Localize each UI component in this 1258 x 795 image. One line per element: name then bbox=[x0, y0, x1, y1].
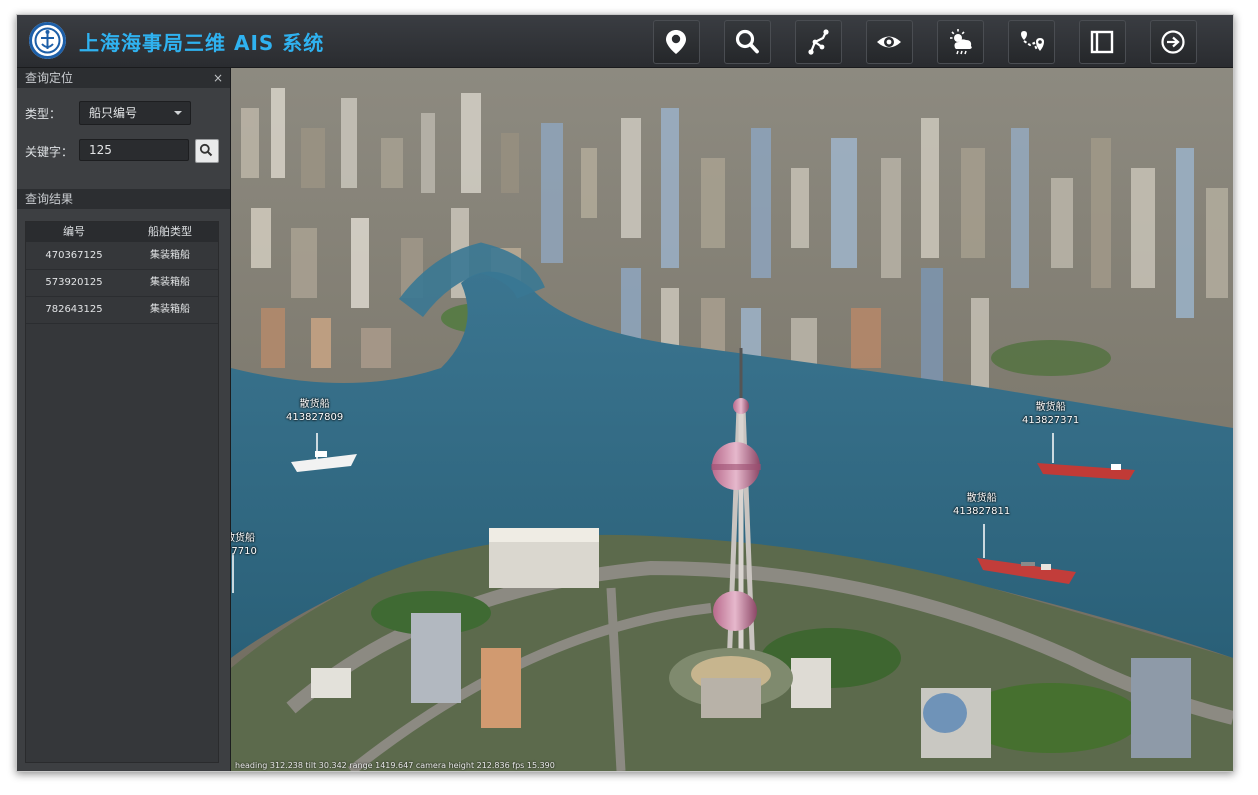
track-icon bbox=[1021, 31, 1044, 51]
weather-button[interactable] bbox=[937, 20, 984, 64]
ship-type-text: 散货船 bbox=[231, 533, 255, 544]
top-bar: 上海海事局三维 AIS 系统 bbox=[17, 15, 1233, 68]
ship-id-text: 27710 bbox=[231, 546, 257, 557]
ship-type-text: 散货船 bbox=[299, 399, 330, 410]
results-header: 查询结果 bbox=[17, 189, 230, 209]
ship-type-text: 散货船 bbox=[966, 493, 997, 504]
chevron-down-icon bbox=[174, 111, 182, 115]
map-3d-view[interactable]: 散货船 413827809 散货船 413827371 散货船 41382781… bbox=[231, 68, 1233, 771]
city-scene bbox=[231, 68, 1233, 771]
keyword-input[interactable] bbox=[79, 139, 189, 161]
window-icon bbox=[1090, 30, 1114, 54]
ship-id-text: 413827371 bbox=[1022, 415, 1080, 426]
msa-logo bbox=[29, 22, 66, 59]
results-table-header: 编号 船舶类型 bbox=[26, 222, 218, 242]
track-button[interactable] bbox=[1008, 20, 1055, 64]
close-panel-button[interactable]: × bbox=[213, 68, 223, 88]
keyword-search-button[interactable] bbox=[195, 139, 219, 163]
exit-icon bbox=[1161, 30, 1185, 54]
results-table: 编号 船舶类型 470367125 集装箱船 573920125 集装箱船 78… bbox=[25, 221, 219, 763]
query-panel-header: 查询定位 × bbox=[17, 68, 230, 88]
keyword-label: 关键字： bbox=[25, 145, 74, 159]
query-panel-title: 查询定位 bbox=[25, 71, 74, 85]
type-label: 类型： bbox=[25, 107, 62, 121]
layout-button[interactable] bbox=[1079, 20, 1126, 64]
ship-label[interactable]: 散货船 413827371 bbox=[1022, 401, 1079, 427]
app-window: 上海海事局三维 AIS 系统 查询定位 × 类型： 船只编号 关键字： 125 … bbox=[16, 14, 1234, 772]
location-pin-icon bbox=[666, 30, 686, 54]
app-title: 上海海事局三维 AIS 系统 bbox=[79, 31, 325, 55]
route-icon bbox=[808, 29, 829, 55]
type-select-value: 船只编号 bbox=[89, 106, 138, 120]
table-row[interactable]: 470367125 集装箱船 bbox=[26, 243, 218, 270]
results-title: 查询结果 bbox=[25, 192, 74, 206]
camera-status-bar: heading 312.238 tilt 30.342 range 1419.6… bbox=[235, 761, 555, 770]
exit-button[interactable] bbox=[1150, 20, 1197, 64]
route-button[interactable] bbox=[795, 20, 842, 64]
view-button[interactable] bbox=[866, 20, 913, 64]
search-icon bbox=[199, 143, 213, 157]
ship-label[interactable]: 散货船 413827809 bbox=[286, 398, 343, 424]
ship-type-cell: 集装箱船 bbox=[150, 304, 190, 315]
column-header-id: 编号 bbox=[63, 225, 85, 238]
table-row[interactable]: 782643125 集装箱船 bbox=[26, 297, 218, 324]
ship-id-cell: 573920125 bbox=[45, 277, 103, 288]
query-panel: 查询定位 × 类型： 船只编号 关键字： 查询结果 编号 船舶类型 470367… bbox=[17, 68, 231, 771]
table-row[interactable]: 573920125 集装箱船 bbox=[26, 270, 218, 297]
ship-label[interactable]: 散货船 413827811 bbox=[953, 492, 1010, 518]
ship-id-cell: 470367125 bbox=[45, 250, 103, 261]
ship-id-text: 413827811 bbox=[953, 506, 1011, 517]
search-button[interactable] bbox=[724, 20, 771, 64]
weather-icon bbox=[950, 29, 972, 55]
location-button[interactable] bbox=[653, 20, 700, 64]
search-icon bbox=[735, 29, 759, 54]
ship-label[interactable]: 散货船 27710 bbox=[231, 532, 257, 558]
ship-type-cell: 集装箱船 bbox=[150, 250, 190, 261]
ship-id-cell: 782643125 bbox=[45, 304, 103, 315]
ship-id-text: 413827809 bbox=[286, 412, 344, 423]
eye-icon bbox=[877, 36, 901, 48]
ship-type-text: 散货船 bbox=[1035, 402, 1066, 413]
type-select[interactable]: 船只编号 bbox=[79, 101, 191, 125]
ship-type-cell: 集装箱船 bbox=[150, 277, 190, 288]
column-header-ship-type: 船舶类型 bbox=[148, 225, 192, 238]
